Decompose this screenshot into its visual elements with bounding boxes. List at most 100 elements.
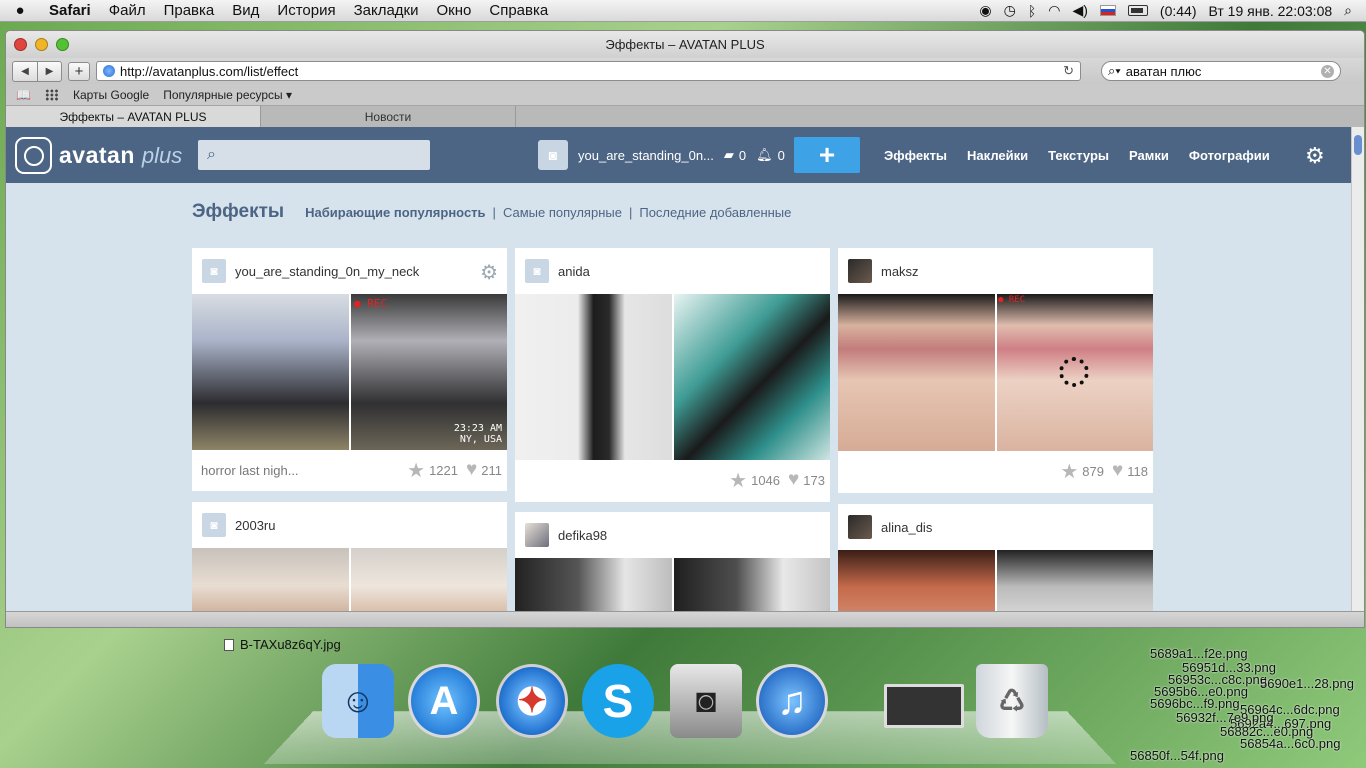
effect-card[interactable]: defika98	[515, 512, 830, 613]
status-bar	[6, 611, 1365, 627]
desktop-file-name[interactable]: 5689a1...f2e.png	[1150, 646, 1248, 661]
heart-icon[interactable]: ♥	[1112, 460, 1123, 482]
desktop-file-name[interactable]: 5696bc...f9.png	[1150, 696, 1240, 711]
effect-card[interactable]: ◙ anida ★ 1046 ♥ 173	[515, 248, 830, 502]
site-search-input[interactable]: ⌕	[198, 140, 430, 170]
card-username[interactable]: you_are_standing_0n_my_neck	[235, 264, 419, 279]
user-menu[interactable]: ◙ you_are_standing_0n... ▰ 0 🔔︎ 0	[538, 140, 785, 170]
card-username[interactable]: anida	[558, 264, 590, 279]
notifications-counter[interactable]: 🔔︎ 0	[756, 147, 785, 163]
menu-window[interactable]: Окно	[428, 2, 481, 19]
close-window-button[interactable]	[14, 38, 27, 51]
page-content: avatan plus ⌕ ◙ you_are_standing_0n... ▰…	[6, 127, 1352, 613]
bluetooth-icon[interactable]: ᛒ	[1028, 3, 1036, 19]
filter-most-popular[interactable]: Самые популярные	[503, 205, 622, 220]
heart-icon[interactable]: ♥	[788, 469, 799, 491]
itunes-dock-icon[interactable]: ♫	[756, 664, 828, 738]
safari-dock-icon[interactable]: ✦	[496, 664, 568, 738]
filter-trending[interactable]: Набирающие популярность	[305, 205, 485, 220]
scrollbar-thumb[interactable]	[1354, 135, 1362, 155]
top-sites-icon[interactable]	[45, 89, 59, 101]
bookmark-google-maps[interactable]: Карты Google	[73, 88, 149, 102]
filter-recent[interactable]: Последние добавленные	[639, 205, 791, 220]
card-username[interactable]: defika98	[558, 528, 607, 543]
trash-dock-icon[interactable]: ♺	[976, 664, 1048, 738]
tab-news[interactable]: Новости	[261, 106, 516, 127]
effect-preview[interactable]	[515, 294, 830, 460]
minimize-window-button[interactable]	[35, 38, 48, 51]
before-image	[192, 294, 349, 450]
star-icon[interactable]: ★	[1060, 459, 1078, 484]
nav-frames[interactable]: Рамки	[1119, 148, 1179, 163]
add-bookmark-button[interactable]: +	[68, 62, 90, 81]
menu-safari[interactable]: Safari	[40, 2, 100, 19]
minimized-window-dock-icon[interactable]	[884, 684, 964, 728]
finder-dock-icon[interactable]: ☺	[322, 664, 394, 738]
desktop-files-stack[interactable]: 5689a1...f2e.png 56951d...33.png 56953c.…	[1110, 640, 1366, 768]
effect-preview[interactable]	[838, 550, 1153, 613]
site-logo[interactable]: avatan plus	[15, 137, 182, 174]
likes-count: 118	[1127, 464, 1148, 479]
effect-preview[interactable]: ● REC	[838, 294, 1153, 451]
skype-status-icon[interactable]: ◉	[979, 2, 991, 19]
menu-bookmarks[interactable]: Закладки	[345, 2, 428, 19]
camera-avatar-icon: ◙	[525, 259, 549, 283]
menu-history[interactable]: История	[268, 2, 344, 19]
vertical-scrollbar[interactable]	[1351, 127, 1364, 613]
desktop-file-name[interactable]: 56882c...e0.png	[1220, 724, 1313, 739]
nav-effects[interactable]: Эффекты	[874, 148, 957, 163]
effect-card[interactable]: alina_dis	[838, 504, 1153, 613]
forward-button[interactable]: ▶	[37, 62, 61, 81]
comments-counter[interactable]: ▰ 0	[724, 147, 746, 163]
menu-clock[interactable]: Вт 19 янв. 22:03:08	[1208, 3, 1332, 19]
app-store-dock-icon[interactable]: A	[408, 664, 480, 738]
effect-preview[interactable]	[515, 558, 830, 613]
before-image	[838, 294, 995, 451]
effect-card[interactable]: ◙ 2003ru	[192, 502, 507, 613]
address-bar[interactable]: http://avatanplus.com/list/effect ↻	[96, 61, 1081, 81]
card-username[interactable]: maksz	[881, 264, 919, 279]
menu-help[interactable]: Справка	[480, 2, 557, 19]
menu-view[interactable]: Вид	[223, 2, 268, 19]
star-icon[interactable]: ★	[729, 468, 747, 493]
bookmark-popular-resources[interactable]: Популярные ресурсы ▾	[163, 88, 292, 102]
nav-photos[interactable]: Фотографии	[1179, 148, 1280, 163]
username[interactable]: you_are_standing_0n...	[578, 148, 714, 163]
desktop-file-name[interactable]: 56932f...7e9.png	[1176, 710, 1274, 725]
wifi-icon[interactable]: ◠	[1048, 2, 1060, 19]
nav-stickers[interactable]: Наклейки	[957, 148, 1038, 163]
apple-menu-icon[interactable]: ●	[0, 2, 40, 19]
card-username[interactable]: 2003ru	[235, 518, 275, 533]
card-username[interactable]: alina_dis	[881, 520, 932, 535]
desktop-file[interactable]: B-TAXu8z6qY.jpg	[224, 637, 341, 652]
search-field[interactable]: ⌕▾ аватан плюс ✕	[1101, 61, 1341, 81]
effect-preview[interactable]	[192, 548, 507, 613]
heart-icon[interactable]: ♥	[466, 459, 477, 481]
reload-icon[interactable]: ↻	[1063, 63, 1074, 79]
add-button[interactable]: +	[794, 137, 860, 173]
star-icon[interactable]: ★	[407, 458, 425, 483]
menu-edit[interactable]: Правка	[155, 2, 224, 19]
settings-gear-icon[interactable]: ⚙	[1305, 143, 1325, 169]
desktop-file-name[interactable]: 56850f...54f.png	[1130, 748, 1224, 763]
desktop-file-name[interactable]: 5690e1...28.png	[1260, 676, 1354, 691]
card-settings-gear-icon[interactable]: ⚙	[480, 260, 498, 285]
battery-icon[interactable]	[1128, 5, 1148, 16]
zoom-window-button[interactable]	[56, 38, 69, 51]
volume-icon[interactable]: ◀)	[1072, 2, 1087, 19]
effect-preview[interactable]: ● REC 23:23 AM NY, USA	[192, 294, 507, 450]
avatan-logo-icon	[15, 137, 52, 174]
nav-textures[interactable]: Текстуры	[1038, 148, 1119, 163]
clear-search-icon[interactable]: ✕	[1321, 65, 1334, 78]
spotlight-search-icon[interactable]: ⌕	[1344, 2, 1352, 19]
effect-card[interactable]: ◙ you_are_standing_0n_my_neck ⚙ ● REC 23…	[192, 248, 507, 491]
back-button[interactable]: ◀	[13, 62, 37, 81]
tab-effects[interactable]: Эффекты – AVATAN PLUS	[6, 106, 261, 127]
effect-card[interactable]: maksz ● REC ★ 879 ♥ 118	[838, 248, 1153, 493]
menu-file[interactable]: Файл	[100, 2, 155, 19]
reading-list-icon[interactable]: 📖	[16, 88, 31, 102]
image-capture-dock-icon[interactable]: ◙	[670, 664, 742, 738]
time-machine-icon[interactable]: ◷	[1004, 2, 1016, 19]
input-language-flag-icon[interactable]	[1100, 5, 1116, 16]
skype-dock-icon[interactable]: S	[582, 664, 654, 738]
